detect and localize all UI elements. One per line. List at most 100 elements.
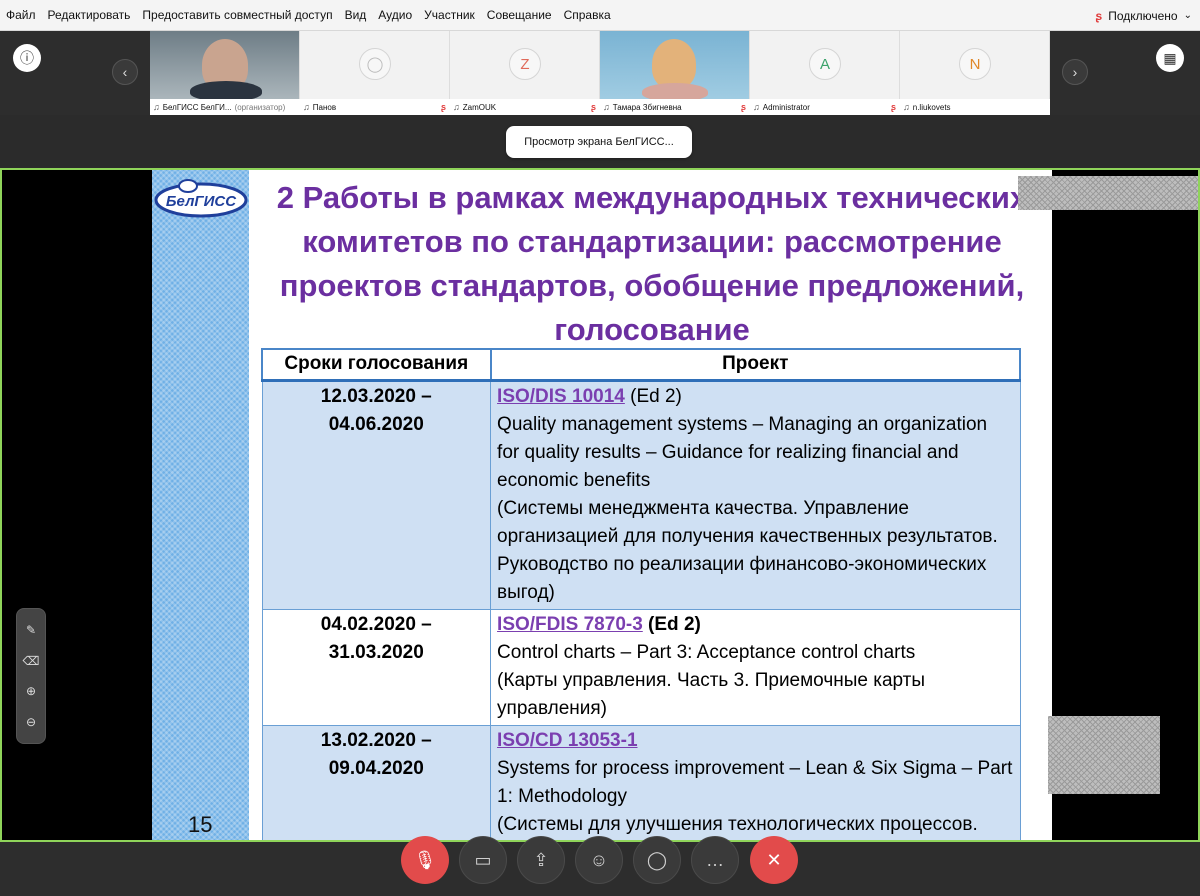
user-icon: ◯	[359, 48, 391, 80]
project-cell: ISO/FDIS 7870-3 (Ed 2) Control charts – …	[490, 608, 1021, 726]
share-icon: ⇪	[533, 849, 549, 870]
project-title-ru: (Системы для улучшения технологических п…	[497, 813, 978, 835]
menu-participant[interactable]: Участник	[418, 0, 481, 30]
voting-dates: 04.02.2020 – 31.03.2020	[261, 608, 492, 726]
participant-tile[interactable]: Z ♫ ZamOUK ʂ	[450, 31, 600, 115]
project-link[interactable]: ISO/DIS 10014	[497, 386, 625, 407]
participant-role: (организатор)	[234, 102, 286, 112]
mic-muted-icon: ʂ	[440, 102, 446, 112]
participant-tile[interactable]: N ♫ n.liukovets	[900, 31, 1050, 115]
mic-muted-icon: ʂ	[590, 102, 596, 112]
menu-file[interactable]: Файл	[0, 0, 42, 30]
presentation-slide: БелГИСС 15 2 Работы в рамках международн…	[152, 170, 1052, 840]
zoom-out-icon[interactable]: ⊖	[20, 711, 42, 733]
headset-icon: ♫	[453, 102, 460, 112]
project-link[interactable]: ISO/FDIS 7870-3	[497, 614, 643, 635]
slide-number: 15	[188, 812, 213, 837]
participant-tile[interactable]: ♫ Тамара Збигневна ʂ	[600, 31, 750, 115]
mic-muted-icon: ʂ	[890, 102, 896, 112]
project-link[interactable]: ISO/CD 13053-1	[497, 730, 637, 751]
eraser-icon[interactable]: ⌫	[20, 650, 42, 672]
close-icon: ✕	[766, 849, 782, 870]
participant-tile[interactable]: ♫ БелГИСС БелГИ... (организатор)	[150, 31, 300, 115]
participant-video	[652, 39, 696, 89]
participant-tile[interactable]: A ♫ Administrator ʂ	[750, 31, 900, 115]
chat-icon: ◯	[646, 849, 668, 870]
date-from: 13.02.2020 –	[320, 729, 432, 751]
headset-icon: ♫	[303, 102, 310, 112]
more-icon: …	[706, 849, 724, 870]
redacted-region	[1048, 716, 1160, 794]
meeting-window: Файл Редактировать Предоставить совместн…	[0, 0, 1200, 896]
participant-name: БелГИСС БелГИ...	[162, 102, 232, 112]
zoom-in-icon[interactable]: ⊕	[20, 680, 42, 702]
column-header: Сроки голосования	[261, 348, 492, 382]
share-button[interactable]: ⇪	[517, 836, 565, 884]
avatar: Z	[509, 48, 541, 80]
date-to: 31.03.2020	[328, 641, 424, 663]
project-edition: (Ed 2)	[642, 613, 701, 635]
headset-icon: ♫	[903, 102, 910, 112]
slide-side-band: БелГИСС 15	[152, 170, 249, 840]
project-cell: ISO/CD 13053-1 Systems for process impro…	[490, 724, 1021, 840]
info-icon[interactable]: ⓘ	[13, 44, 41, 72]
voting-dates: 13.02.2020 – 09.04.2020	[261, 724, 492, 840]
chevron-left-icon[interactable]: ‹	[112, 59, 138, 85]
annotation-toolbar: ✎ ⌫ ⊕ ⊖	[16, 608, 46, 744]
mute-button[interactable]: 🎙	[401, 836, 449, 884]
participant-strip: ⓘ ‹ ♫ БелГИСС БелГИ... (организатор) ◯ ♫…	[0, 31, 1200, 115]
camera-off-icon: ▭	[474, 849, 492, 870]
chevron-down-icon[interactable]: ⌄	[1184, 10, 1192, 21]
project-title-en: Systems for process improvement – Lean &…	[497, 757, 1013, 807]
connection-status: ʂ Подключено ⌄	[1096, 0, 1192, 31]
menu-edit[interactable]: Редактировать	[42, 0, 137, 30]
participants-icon: ☺	[589, 849, 609, 870]
participant-name: Тамара Збигневна	[612, 102, 682, 112]
menu-view[interactable]: Вид	[339, 0, 373, 30]
mic-off-icon: 🎙	[413, 849, 437, 870]
project-title-en: Control charts – Part 3: Acceptance cont…	[497, 641, 916, 663]
project-title-en: Quality management systems – Managing an…	[497, 413, 988, 491]
table-row: 12.03.2020 – 04.06.2020 ISO/DIS 10014 (E…	[261, 379, 1021, 610]
voting-table: Сроки голосования Проект 12.03.2020 – 04…	[261, 348, 1022, 840]
participant-name: n.liukovets	[912, 102, 951, 112]
project-edition: (Ed 2)	[624, 385, 682, 407]
slide-title: 2 Работы в рамках международных техничес…	[276, 180, 1028, 347]
headset-icon: ♫	[753, 102, 760, 112]
end-meeting-button[interactable]: ✕	[750, 836, 798, 884]
view-screen-tooltip[interactable]: Просмотр экрана БелГИСС...	[506, 126, 692, 158]
date-to: 09.04.2020	[328, 757, 424, 779]
chat-button[interactable]: ◯	[633, 836, 681, 884]
pen-icon[interactable]: ✎	[20, 619, 42, 641]
project-cell: ISO/DIS 10014 (Ed 2) Quality management …	[490, 379, 1021, 610]
video-button[interactable]: ▭	[459, 836, 507, 884]
menu-help[interactable]: Справка	[558, 0, 617, 30]
menu-share[interactable]: Предоставить совместный доступ	[136, 0, 338, 30]
avatar: N	[959, 48, 991, 80]
participant-namebar: ♫ Тамара Збигневна ʂ	[600, 99, 750, 115]
participant-tile[interactable]: ◯ ♫ Панов ʂ	[300, 31, 450, 115]
logo-text: БелГИСС	[166, 193, 237, 210]
menu-bar: Файл Редактировать Предоставить совместн…	[0, 0, 1200, 31]
participant-name: Панов	[312, 102, 337, 112]
participant-namebar: ♫ БелГИСС БелГИ... (организатор)	[150, 99, 300, 115]
menu-audio[interactable]: Аудио	[372, 0, 418, 30]
meeting-toolbar: 🎙 ▭ ⇪ ☺ ◯ … ✕	[0, 836, 1200, 896]
table-row: 04.02.2020 – 31.03.2020 ISO/FDIS 7870-3 …	[261, 608, 1021, 726]
project-title-ru: (Системы менеджмента качества. Управлени…	[497, 497, 998, 603]
column-header: Проект	[489, 348, 1022, 382]
participant-namebar: ♫ n.liukovets	[900, 99, 1050, 115]
participants-button[interactable]: ☺	[575, 836, 623, 884]
redacted-region	[1018, 176, 1198, 210]
layout-grid-icon[interactable]: ▦	[1156, 44, 1184, 72]
chevron-right-icon[interactable]: ›	[1062, 59, 1088, 85]
participant-namebar: ♫ Панов ʂ	[300, 99, 450, 115]
project-title-ru: (Карты управления. Часть 3. Приемочные к…	[497, 669, 926, 719]
menu-meeting[interactable]: Совещание	[481, 0, 558, 30]
participant-namebar: ♫ Administrator ʂ	[750, 99, 900, 115]
mic-muted-icon: ʂ	[1095, 8, 1103, 23]
belgiss-logo: БелГИСС	[154, 176, 248, 222]
participant-name: ZamOUK	[462, 102, 497, 112]
more-button[interactable]: …	[691, 836, 739, 884]
date-from: 04.02.2020 –	[320, 613, 432, 635]
